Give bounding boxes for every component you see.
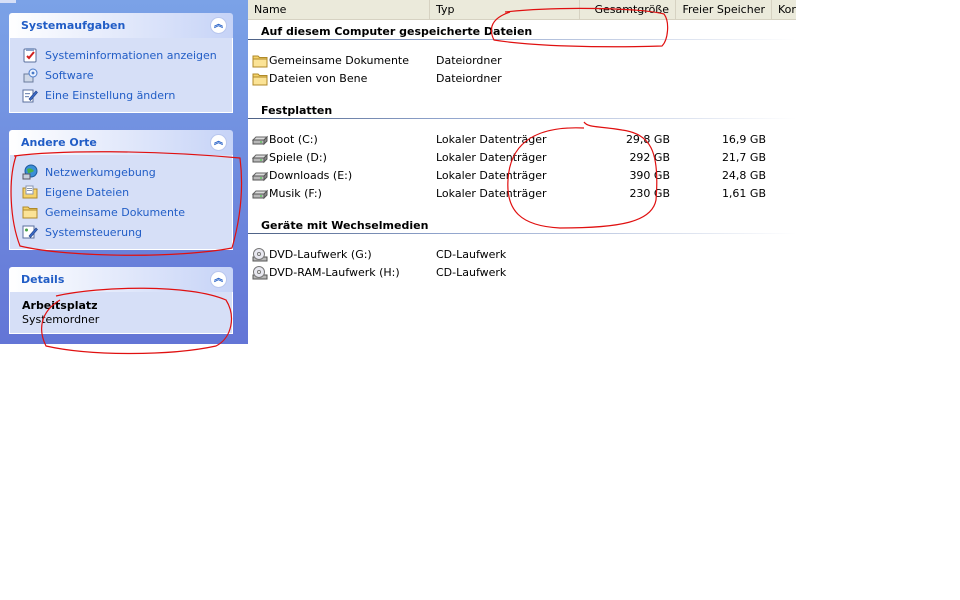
- details-item-name: Arbeitsplatz: [22, 299, 98, 312]
- task-label: Software: [45, 68, 94, 82]
- dvd-drive-icon: [252, 248, 268, 262]
- system-tasks-body: Systeminformationen anzeigen Software Ei…: [9, 38, 233, 113]
- folder-icon: [252, 55, 268, 68]
- software-icon: [23, 68, 38, 83]
- system-tasks-title: Systemaufgaben: [21, 19, 126, 32]
- item-name: Gemeinsame Dokumente: [269, 54, 409, 67]
- column-header-total-size[interactable]: Gesamtgröße: [580, 0, 676, 19]
- collapse-chevron-icon[interactable]: ︽: [210, 134, 227, 151]
- details-panel: Details ︽ Arbeitsplatz Systemordner: [9, 267, 233, 334]
- control-panel-icon: [22, 225, 38, 239]
- place-label: Netzwerkumgebung: [45, 165, 156, 179]
- list-item[interactable]: Gemeinsame Dokumente Dateiordner: [248, 52, 796, 70]
- item-type: Lokaler Datenträger: [436, 151, 547, 164]
- group-divider: [248, 233, 796, 234]
- details-body: Arbeitsplatz Systemordner: [9, 292, 233, 334]
- network-icon: [22, 164, 38, 180]
- place-control-panel[interactable]: Systemsteuerung: [22, 222, 232, 242]
- place-my-documents[interactable]: Eigene Dateien: [22, 182, 232, 202]
- item-name: Spiele (D:): [269, 151, 327, 164]
- item-name: DVD-Laufwerk (G:): [269, 248, 372, 261]
- collapse-chevron-icon[interactable]: ︽: [210, 17, 227, 34]
- system-info-icon: [23, 48, 37, 63]
- item-total-size: 390 GB: [629, 169, 670, 182]
- column-header-bar: Name Typ Gesamtgröße Freier Speicher Kor: [248, 0, 796, 20]
- list-item[interactable]: Dateien von Bene Dateiordner: [248, 70, 796, 88]
- item-free-space: 24,8 GB: [721, 169, 766, 182]
- list-item[interactable]: Boot (C:) Lokaler Datenträger 29,8 GB 16…: [248, 131, 796, 149]
- other-places-body: Netzwerkumgebung Eigene Dateien Gemeinsa…: [9, 155, 233, 250]
- item-free-space: 21,7 GB: [721, 151, 766, 164]
- item-type: CD-Laufwerk: [436, 248, 507, 261]
- group-divider: [248, 118, 796, 119]
- other-places-panel: Andere Orte ︽ Netzwerkumgebung Eigene Da…: [9, 130, 233, 250]
- item-type: Lokaler Datenträger: [436, 169, 547, 182]
- place-label: Gemeinsame Dokumente: [45, 205, 185, 219]
- details-item-type: Systemordner: [22, 313, 100, 326]
- task-system-info[interactable]: Systeminformationen anzeigen: [22, 45, 232, 65]
- group-title-removable-media: Geräte mit Wechselmedien: [261, 219, 429, 232]
- item-type: Lokaler Datenträger: [436, 187, 547, 200]
- list-item[interactable]: DVD-RAM-Laufwerk (H:) CD-Laufwerk: [248, 264, 796, 282]
- list-item[interactable]: Spiele (D:) Lokaler Datenträger 292 GB 2…: [248, 149, 796, 167]
- other-places-title: Andere Orte: [21, 136, 97, 149]
- group-title-stored-files: Auf diesem Computer gespeicherte Dateien: [261, 25, 533, 38]
- collapse-chevron-icon[interactable]: ︽: [210, 271, 227, 288]
- folder-icon: [252, 73, 268, 86]
- item-name: Downloads (E:): [269, 169, 353, 182]
- details-header[interactable]: Details ︽: [9, 267, 233, 292]
- group-title-hard-disks: Festplatten: [261, 104, 333, 117]
- dvd-drive-icon: [252, 266, 268, 280]
- hard-drive-icon: [252, 189, 268, 200]
- place-shared-documents[interactable]: Gemeinsame Dokumente: [22, 202, 232, 222]
- column-header-type[interactable]: Typ: [430, 0, 580, 19]
- column-header-free-space[interactable]: Freier Speicher: [676, 0, 772, 19]
- item-free-space: 16,9 GB: [721, 133, 766, 146]
- change-setting-icon: [22, 89, 38, 103]
- item-type: Dateiordner: [436, 72, 502, 85]
- column-header-comment[interactable]: Kor: [772, 0, 796, 19]
- place-label: Systemsteuerung: [45, 225, 143, 239]
- task-label: Systeminformationen anzeigen: [45, 48, 217, 62]
- system-tasks-header[interactable]: Systemaufgaben ︽: [9, 13, 233, 38]
- folder-icon: [22, 206, 38, 219]
- hard-drive-icon: [252, 171, 268, 182]
- group-divider: [248, 39, 796, 40]
- system-tasks-panel: Systemaufgaben ︽ Systeminformationen anz…: [9, 13, 233, 113]
- column-header-name[interactable]: Name: [248, 0, 430, 19]
- item-total-size: 292 GB: [629, 151, 670, 164]
- task-change-setting[interactable]: Eine Einstellung ändern: [22, 85, 232, 105]
- item-type: CD-Laufwerk: [436, 266, 507, 279]
- hard-drive-icon: [252, 153, 268, 164]
- list-item[interactable]: DVD-Laufwerk (G:) CD-Laufwerk: [248, 246, 796, 264]
- my-documents-icon: [22, 185, 38, 199]
- list-item[interactable]: Musik (F:) Lokaler Datenträger 230 GB 1,…: [248, 185, 796, 203]
- place-network[interactable]: Netzwerkumgebung: [22, 162, 232, 182]
- other-places-header[interactable]: Andere Orte ︽: [9, 130, 233, 155]
- task-pane: Systemaufgaben ︽ Systeminformationen anz…: [0, 0, 248, 344]
- item-total-size: 29,8 GB: [625, 133, 670, 146]
- details-title: Details: [21, 273, 65, 286]
- pane-edge: [0, 0, 16, 3]
- item-name: Dateien von Bene: [269, 72, 368, 85]
- item-name: DVD-RAM-Laufwerk (H:): [269, 266, 400, 279]
- place-label: Eigene Dateien: [45, 185, 130, 199]
- list-item[interactable]: Downloads (E:) Lokaler Datenträger 390 G…: [248, 167, 796, 185]
- item-name: Boot (C:): [269, 133, 318, 146]
- item-name: Musik (F:): [269, 187, 322, 200]
- item-type: Lokaler Datenträger: [436, 133, 547, 146]
- hard-drive-icon: [252, 135, 268, 146]
- item-total-size: 230 GB: [629, 187, 670, 200]
- task-label: Eine Einstellung ändern: [45, 88, 176, 102]
- item-type: Dateiordner: [436, 54, 502, 67]
- item-free-space: 1,61 GB: [721, 187, 766, 200]
- file-list-view[interactable]: Name Typ Gesamtgröße Freier Speicher Kor…: [248, 0, 960, 600]
- task-software[interactable]: Software: [22, 65, 232, 85]
